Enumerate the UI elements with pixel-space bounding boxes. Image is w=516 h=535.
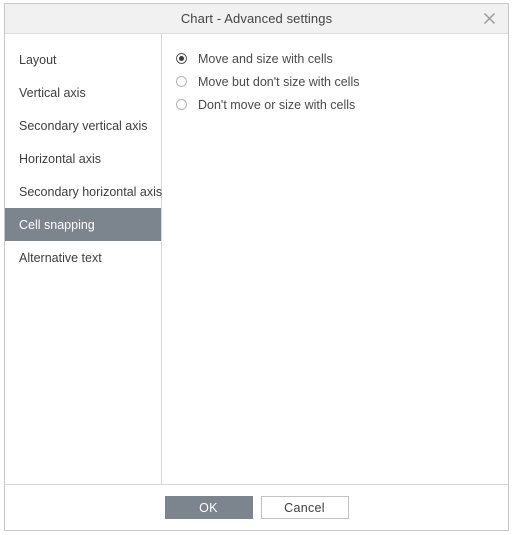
- radio-dont-move-or-size-with-cells[interactable]: Don't move or size with cells: [176, 93, 508, 116]
- dialog-titlebar: Chart - Advanced settings: [5, 4, 508, 34]
- radio-icon[interactable]: [176, 76, 187, 87]
- sidebar-item-layout[interactable]: Layout: [5, 43, 161, 76]
- close-icon[interactable]: [478, 8, 500, 30]
- dialog-footer: OK Cancel: [5, 485, 508, 530]
- dialog-title: Chart - Advanced settings: [180, 11, 333, 26]
- radio-move-but-dont-size-with-cells[interactable]: Move but don't size with cells: [176, 70, 508, 93]
- radio-label: Move but don't size with cells: [198, 74, 360, 89]
- cell-snapping-panel: Move and size with cells Move but don't …: [162, 34, 508, 484]
- sidebar-item-secondary-vertical-axis[interactable]: Secondary vertical axis: [5, 109, 161, 142]
- sidebar-item-label: Secondary vertical axis: [19, 118, 148, 133]
- sidebar-item-secondary-horizontal-axis[interactable]: Secondary horizontal axis: [5, 175, 163, 208]
- advanced-settings-dialog: Chart - Advanced settings Layout Vertica…: [4, 3, 509, 531]
- sidebar-item-label: Alternative text: [19, 250, 102, 265]
- cancel-button[interactable]: Cancel: [260, 496, 349, 519]
- radio-icon-selected[interactable]: [176, 53, 187, 64]
- radio-label: Move and size with cells: [198, 51, 333, 66]
- radio-move-and-size-with-cells[interactable]: Move and size with cells: [176, 47, 508, 70]
- radio-icon[interactable]: [176, 99, 187, 110]
- sidebar-item-alternative-text[interactable]: Alternative text: [5, 241, 161, 274]
- sidebar-item-label: Vertical axis: [19, 85, 86, 100]
- ok-button[interactable]: OK: [164, 496, 253, 519]
- sidebar-item-cell-snapping[interactable]: Cell snapping: [5, 208, 161, 241]
- settings-sidebar: Layout Vertical axis Secondary vertical …: [5, 34, 162, 484]
- sidebar-item-label: Cell snapping: [19, 217, 95, 232]
- radio-label: Don't move or size with cells: [198, 97, 356, 112]
- sidebar-item-vertical-axis[interactable]: Vertical axis: [5, 76, 161, 109]
- sidebar-item-label: Layout: [19, 52, 57, 67]
- sidebar-item-label: Horizontal axis: [19, 151, 101, 166]
- sidebar-item-label: Secondary horizontal axis: [19, 184, 163, 199]
- dialog-body: Layout Vertical axis Secondary vertical …: [5, 34, 508, 485]
- sidebar-item-horizontal-axis[interactable]: Horizontal axis: [5, 142, 161, 175]
